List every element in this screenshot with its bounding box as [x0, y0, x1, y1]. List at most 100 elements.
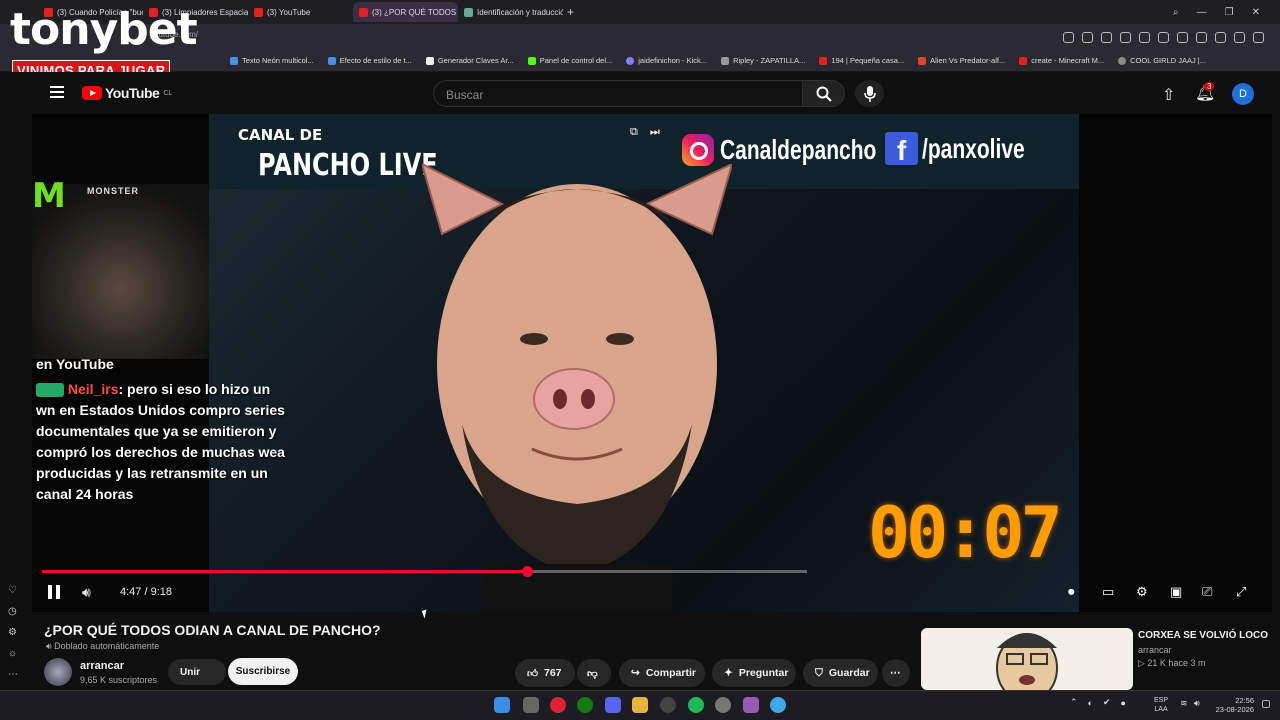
upload-icon[interactable]: ⇧ [1162, 85, 1175, 105]
notifications-icon[interactable] [1262, 700, 1270, 708]
heart-icon[interactable]: ♡ [8, 585, 18, 596]
system-tray: ⌃ ◐ ✔ ● [1070, 697, 1126, 708]
start-icon[interactable] [494, 697, 510, 713]
bookmark[interactable]: Efecto de estilo de t... [327, 56, 412, 65]
next-video-icon[interactable]: ⏭ [650, 126, 660, 139]
share-button[interactable]: ↪ Compartir [619, 659, 705, 687]
recommended-meta: ▷ 21 K hace 3 m [1138, 658, 1206, 668]
youtube-logo[interactable]: YouTube CL [82, 85, 172, 101]
task-view-icon[interactable] [523, 697, 539, 713]
play-icon[interactable] [1139, 31, 1150, 43]
url-field[interactable]: youtube.com/ [140, 30, 1020, 45]
bookmark[interactable]: 194 | Pequeña casa... [819, 56, 904, 65]
close-window-icon[interactable]: ✕ [1252, 7, 1260, 18]
pause-icon [56, 585, 60, 599]
tonybet-logo: tonybet [10, 8, 198, 52]
app-icon[interactable] [715, 697, 731, 713]
bookmark[interactable]: Alien Vs Predator-alf... [918, 56, 1005, 65]
video-title: ¿POR QUÉ TODOS ODIAN A CANAL DE PANCHO? [44, 622, 381, 638]
bookmark[interactable]: create - Minecraft M... [1019, 56, 1104, 65]
cast-icon[interactable]: ⎚ [1202, 584, 1212, 600]
voice-search-button[interactable] [855, 80, 884, 107]
bookmark[interactable]: Generador Claves Ar... [425, 56, 514, 65]
more-actions-button[interactable]: ⋯ [882, 659, 910, 687]
camera-icon[interactable] [1101, 31, 1112, 43]
recommended-channel[interactable]: arrancar [1138, 645, 1172, 655]
tab-label: (3) YouTube [267, 7, 311, 17]
chat-text: : pero si eso lo hizo un wn en Estados U… [36, 381, 285, 502]
search-button[interactable] [802, 80, 845, 107]
hamburger-menu-icon[interactable] [50, 86, 64, 98]
settings-gear-icon[interactable]: ⚙ [1136, 584, 1148, 600]
restore-icon[interactable]: ❐ [1225, 7, 1234, 18]
settings-icon[interactable]: ⚙ [8, 627, 18, 638]
discord-icon[interactable] [605, 697, 621, 713]
tray-app-icon[interactable]: ✔ [1103, 697, 1111, 708]
fullscreen-icon[interactable]: ⤢ [1236, 584, 1246, 600]
download-icon[interactable] [1196, 31, 1207, 43]
more-icon[interactable]: ⋯ [8, 669, 18, 680]
lightbulb-icon[interactable]: ☼ [8, 648, 18, 659]
chat-message: Neil_irs: pero si eso lo hizo un wn en E… [36, 379, 286, 505]
subscribe-button[interactable]: Suscribirse [228, 658, 298, 685]
profile-icon[interactable] [1234, 31, 1245, 43]
ask-button[interactable]: ✦ Preguntar [712, 659, 796, 687]
bookmark[interactable]: Texto Neón multicol... [230, 56, 314, 65]
system-clock[interactable]: 22:56 23-08-2026 [1212, 696, 1254, 714]
tray-chevron-icon[interactable]: ⌃ [1070, 697, 1078, 708]
browser-tab[interactable]: Identificación y traducción [458, 2, 563, 22]
ai-icon[interactable] [1253, 31, 1264, 43]
theater-mode-icon[interactable]: ▣ [1170, 584, 1182, 600]
search-tabs-icon[interactable]: ⌕ [1173, 7, 1179, 18]
recommended-title[interactable]: CORXEA SE VOLVIÓ LOCO [1138, 630, 1268, 641]
spotify-icon[interactable] [688, 697, 704, 713]
dislike-button[interactable]: 👎︎ [577, 659, 611, 687]
wifi-icon[interactable]: ≋ [1180, 698, 1188, 709]
video-player[interactable]: CANAL DE PANCHO LIVE ⧉ ⏭ Canaldepancho f… [32, 114, 1272, 612]
xbox-icon[interactable] [577, 697, 593, 713]
browser-tab[interactable]: (3) YouTube [248, 2, 353, 22]
bookmark[interactable]: Ripley - ZAPATILLA... [721, 56, 805, 65]
browser-tab-active[interactable]: (3) ¿POR QUÉ TODOS× [353, 2, 458, 22]
channel-name[interactable]: arrancar [80, 660, 124, 672]
progress-scrubber[interactable] [522, 566, 533, 577]
opera-icon[interactable] [550, 697, 566, 713]
minimize-icon[interactable]: — [1197, 7, 1207, 18]
app-icon[interactable] [770, 697, 786, 713]
toolbar-icon[interactable] [1082, 31, 1093, 43]
bookmark[interactable]: jaidefinichon - Kick... [626, 56, 707, 65]
file-explorer-icon[interactable] [632, 697, 648, 713]
tray-mic-icon[interactable]: ● [1121, 698, 1126, 708]
bookmark[interactable]: COOL GIRLD JAAJ |... [1118, 56, 1206, 65]
history-icon[interactable]: ◷ [8, 606, 18, 617]
language-indicator[interactable]: ESP LAA [1154, 696, 1168, 714]
shield-icon[interactable] [1120, 31, 1131, 43]
account-avatar[interactable]: D [1232, 83, 1254, 105]
save-button[interactable]: ⛉ Guardar [803, 659, 878, 687]
app-icon[interactable] [743, 697, 759, 713]
bookmark-label: create - Minecraft M... [1031, 56, 1105, 65]
join-button[interactable]: Unir [168, 659, 226, 685]
bookmark[interactable]: Panel de control del... [527, 56, 612, 65]
miniplayer-icon[interactable]: ⧉ [630, 126, 638, 139]
subtitles-icon[interactable]: ▭ [1102, 584, 1114, 600]
speaker-icon[interactable]: 🔊︎ [1194, 698, 1200, 709]
language-code: ESP [1154, 697, 1169, 704]
bookmark-label: Efecto de estilo de t... [339, 56, 412, 65]
sparkle-icon: ✦ [724, 667, 733, 679]
like-button[interactable]: 👍︎ 767 [515, 659, 575, 687]
tray-app-icon[interactable]: ◐ [1088, 698, 1093, 708]
autoplay-toggle-icon[interactable]: ⏺ [1068, 584, 1075, 600]
obs-icon[interactable] [660, 697, 676, 713]
search-input[interactable]: Buscar [433, 80, 803, 107]
heart-icon[interactable] [1177, 31, 1188, 43]
volume-icon[interactable]: 🔊︎ [82, 584, 91, 601]
recommended-thumbnail[interactable] [921, 628, 1133, 690]
bookmark-label: Generador Claves Ar... [437, 56, 514, 65]
send-icon[interactable] [1158, 31, 1169, 43]
menu-icon[interactable] [1215, 31, 1226, 43]
toolbar-icon[interactable] [1063, 31, 1074, 43]
pause-button[interactable] [48, 585, 62, 599]
new-tab-icon[interactable]: + [567, 5, 574, 19]
channel-avatar[interactable] [44, 658, 72, 686]
